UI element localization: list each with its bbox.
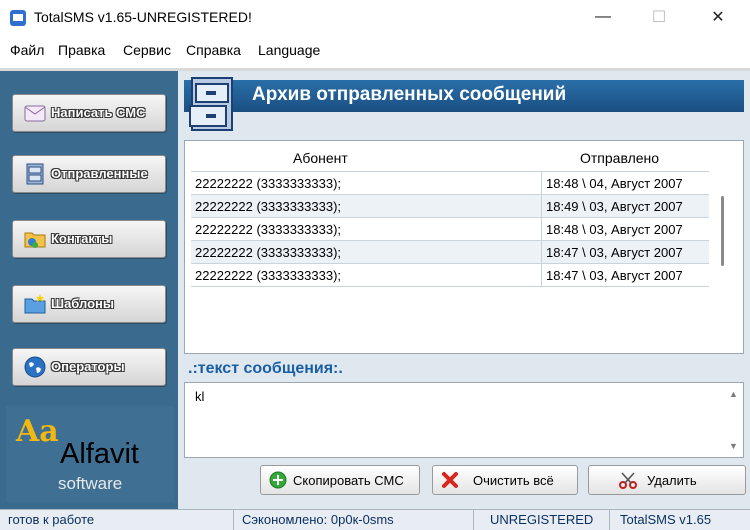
write-sms-button[interactable]: Написать СМС: [12, 94, 166, 132]
status-saved: Сэкономлено: 0р0к-0sms: [234, 510, 474, 530]
sent-label: Отправленные: [51, 166, 148, 181]
cabinet-icon: [26, 163, 44, 185]
copy-sms-label: Скопировать СМС: [293, 473, 404, 488]
clear-all-label: Очистить всё: [473, 473, 554, 488]
cell-sent: 18:48 \ 04, Август 2007: [541, 172, 709, 195]
status-state: готов к работе: [0, 510, 234, 530]
table-row[interactable]: 22222222 (3333333333); 18:47 \ 03, Август…: [191, 264, 709, 287]
templates-folder-icon: [24, 294, 46, 314]
menu-help[interactable]: Справка: [186, 42, 241, 58]
menu-service[interactable]: Сервис: [123, 42, 171, 58]
table-row[interactable]: 22222222 (3333333333); 18:48 \ 04, Август…: [191, 172, 709, 195]
sent-messages-list: Абонент Отправлено 22222222 (3333333333)…: [184, 140, 744, 354]
logo-aa: Aa: [16, 414, 59, 449]
maximize-button[interactable]: ☐: [636, 0, 682, 34]
message-label: .:текст сообщения:.: [188, 360, 343, 377]
column-header-sent[interactable]: Отправлено: [580, 150, 659, 166]
status-bar: готов к работе Сэкономлено: 0р0к-0sms UN…: [0, 509, 750, 530]
cell-recipient: 22222222 (3333333333);: [195, 176, 342, 191]
red-x-icon: [442, 472, 458, 488]
templates-button[interactable]: Шаблоны: [12, 285, 166, 323]
minimize-button[interactable]: —: [580, 0, 626, 34]
cell-sent: 18:47 \ 03, Август 2007: [541, 241, 709, 264]
copy-sms-button[interactable]: Скопировать СМС: [260, 465, 420, 495]
app-icon: [10, 10, 26, 26]
contacts-button[interactable]: Контакты: [12, 220, 166, 258]
globe-icon: [24, 356, 46, 378]
page-title: Архив отправленных сообщений: [252, 84, 567, 105]
list-scrollbar[interactable]: [716, 170, 728, 352]
menu-edit[interactable]: Правка: [58, 42, 105, 58]
cell-sent: 18:49 \ 03, Август 2007: [541, 195, 709, 218]
contacts-folder-icon: [24, 232, 46, 248]
table-row[interactable]: 22222222 (3333333333); 18:47 \ 03, Август…: [191, 241, 709, 264]
logo-name: Alfavit: [60, 438, 139, 470]
menu-bar: Файл Правка Сервис Справка Language: [0, 36, 750, 66]
message-text: kl: [195, 389, 205, 404]
close-button[interactable]: ✕: [695, 0, 741, 34]
list-scrollbar-thumb[interactable]: [721, 196, 724, 266]
operators-label: Операторы: [51, 359, 125, 374]
sent-button[interactable]: Отправленные: [12, 155, 166, 193]
rows-container: 22222222 (3333333333); 18:48 \ 04, Август…: [191, 171, 709, 287]
scissors-icon: [619, 472, 637, 489]
logo-sub: software: [58, 474, 123, 493]
table-row[interactable]: 22222222 (3333333333); 18:48 \ 03, Август…: [191, 218, 709, 241]
contacts-label: Контакты: [51, 231, 113, 246]
envelope-icon: [24, 105, 46, 122]
column-header-recipient[interactable]: Абонент: [293, 150, 348, 166]
scroll-down-icon[interactable]: ▼: [729, 441, 738, 451]
cell-recipient: 22222222 (3333333333);: [195, 245, 342, 260]
delete-label: Удалить: [647, 473, 697, 488]
cell-sent: 18:48 \ 03, Август 2007: [541, 218, 709, 241]
archive-cabinet-icon: [189, 77, 233, 131]
title-bar: TotalSMS v1.65-UNREGISTERED! — ☐ ✕: [0, 0, 750, 34]
alfavit-logo: Aa Alfavit software: [6, 406, 174, 502]
window-title: TotalSMS v1.65-UNREGISTERED!: [34, 9, 252, 25]
plus-icon: [269, 471, 287, 489]
clear-all-button[interactable]: Очистить всё: [432, 465, 578, 495]
write-sms-label: Написать СМС: [51, 105, 146, 120]
cell-recipient: 22222222 (3333333333);: [195, 268, 342, 283]
status-license: UNREGISTERED: [474, 510, 610, 530]
menu-language[interactable]: Language: [258, 42, 320, 58]
status-version: TotalSMS v1.65: [620, 512, 712, 527]
table-row[interactable]: 22222222 (3333333333); 18:49 \ 03, Август…: [191, 195, 709, 218]
cell-recipient: 22222222 (3333333333);: [195, 222, 342, 237]
templates-label: Шаблоны: [51, 296, 114, 311]
message-textarea[interactable]: kl ▲ ▼: [184, 382, 744, 458]
menu-file[interactable]: Файл: [10, 42, 44, 58]
delete-button[interactable]: Удалить: [588, 465, 746, 495]
cell-recipient: 22222222 (3333333333);: [195, 199, 342, 214]
operators-button[interactable]: Операторы: [12, 348, 166, 386]
cell-sent: 18:47 \ 03, Август 2007: [541, 264, 709, 287]
scroll-up-icon[interactable]: ▲: [729, 389, 738, 399]
